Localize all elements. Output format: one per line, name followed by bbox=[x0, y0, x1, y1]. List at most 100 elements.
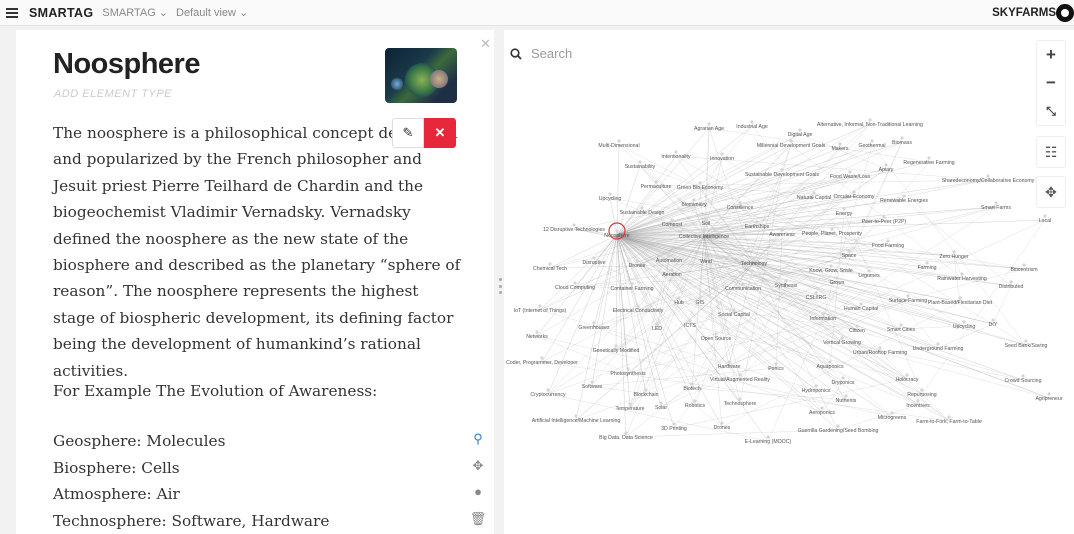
graph-node-label[interactable]: Temperature bbox=[615, 406, 644, 412]
graph-node-label[interactable]: Green Bio Economy bbox=[677, 185, 724, 191]
graph-node-label[interactable]: Sustainable Design bbox=[620, 210, 665, 216]
graph-node-label[interactable]: Human Capital bbox=[844, 306, 878, 312]
graph-node-label[interactable]: Noosphere bbox=[604, 233, 629, 239]
graph-node-label[interactable]: Compost bbox=[662, 222, 683, 228]
trash-icon[interactable]: 🗑 bbox=[467, 508, 489, 534]
graph-node-label[interactable]: Genetically Modified bbox=[593, 348, 640, 354]
graph-node-label[interactable]: Multi-Dimensional bbox=[598, 143, 639, 149]
org-name[interactable]: SKYFARMS bbox=[992, 7, 1056, 19]
graph-node-label[interactable]: Food Waste/Loss bbox=[830, 174, 871, 180]
graph-node-label[interactable]: GIS bbox=[696, 300, 705, 306]
graph-node-label[interactable]: Cryptocurrency bbox=[530, 392, 566, 398]
graph-node-label[interactable]: Farming bbox=[917, 265, 936, 271]
element-description[interactable]: The noosphere is a philosophical concept… bbox=[53, 120, 465, 384]
graph-node-label[interactable]: Information bbox=[810, 316, 836, 322]
graph-node-label[interactable]: Communication bbox=[725, 286, 761, 292]
graph-node-label[interactable]: Chemical Tech bbox=[533, 266, 567, 272]
graph-node-label[interactable]: Space bbox=[842, 253, 857, 259]
graph-node-label[interactable]: Technology bbox=[741, 261, 768, 267]
graph-node-label[interactable]: Ponics bbox=[768, 366, 784, 372]
graph-node-label[interactable]: Social Capital bbox=[718, 312, 750, 318]
graph-node-label[interactable]: Biotech bbox=[683, 386, 700, 392]
element-type-field[interactable]: ADD ELEMENT TYPE bbox=[54, 88, 172, 100]
color-drop-icon[interactable]: ● bbox=[467, 481, 489, 508]
graph-node-label[interactable]: Sustainability bbox=[625, 164, 656, 170]
graph-node-label[interactable]: Crowd Sourcing bbox=[1005, 378, 1042, 384]
graph-node-label[interactable]: Digital Age bbox=[788, 132, 813, 138]
graph-node-label[interactable]: Automation bbox=[656, 258, 682, 264]
graph-node-label[interactable]: Innovation bbox=[710, 156, 734, 162]
graph-node-label[interactable]: Open Source bbox=[701, 336, 732, 342]
graph-node-label[interactable]: Zero Hunger bbox=[939, 254, 968, 260]
graph-node-label[interactable]: Sustainable Development Goals bbox=[745, 172, 820, 178]
element-title[interactable]: Noosphere bbox=[53, 48, 200, 81]
graph-node-label[interactable]: Earthships bbox=[745, 224, 770, 230]
graph-node-label[interactable]: Energy bbox=[836, 211, 853, 217]
graph-node-label[interactable]: Blockchain bbox=[633, 392, 658, 398]
graph-node-label[interactable]: Farm-to-Fork, Farm-to-Table bbox=[916, 419, 982, 425]
graph-node-label[interactable]: Distributed bbox=[999, 284, 1024, 290]
graph-node-label[interactable]: Greenhouses bbox=[578, 325, 610, 331]
graph-node-label[interactable]: Millennial Development Goals bbox=[757, 143, 826, 149]
graph-node-label[interactable]: Repurposing bbox=[907, 392, 937, 398]
graph-node-label[interactable]: DIY bbox=[989, 322, 998, 328]
graph-node-label[interactable]: Intentionality bbox=[661, 154, 691, 160]
graph-node-label[interactable]: Photosynthesis bbox=[610, 371, 646, 377]
graph-node-label[interactable]: Grows bbox=[830, 280, 845, 286]
graph-node-label[interactable]: Soil bbox=[702, 221, 711, 227]
graph-node-label[interactable]: Microgreens bbox=[878, 415, 907, 421]
delete-button[interactable]: ✕ bbox=[424, 118, 456, 148]
graph-node-label[interactable]: Robotics bbox=[685, 403, 706, 409]
graph-node-label[interactable]: Artificial Intelligence/Machine Learning bbox=[532, 418, 621, 424]
graph-node-label[interactable]: Guerrilla Gardening/Seed Bombing bbox=[798, 428, 879, 434]
graph-node-label[interactable]: Citizen bbox=[849, 328, 865, 334]
graph-node-label[interactable]: Upcycling bbox=[953, 324, 976, 330]
graph-node-label[interactable]: CSL/IRG bbox=[806, 295, 827, 301]
zoom-out-button[interactable]: − bbox=[1037, 69, 1065, 97]
graph-node-label[interactable]: Agripreneur bbox=[1035, 396, 1062, 402]
graph-node-label[interactable]: Hydroponics bbox=[802, 388, 831, 394]
graph-node-label[interactable]: E-Learning (MOOC) bbox=[745, 439, 792, 445]
graph-node-label[interactable]: Smart Farms bbox=[981, 205, 1011, 211]
graph-node-label[interactable]: Surface Farming bbox=[889, 298, 927, 304]
graph-node-label[interactable]: Solar bbox=[655, 405, 667, 411]
graph-node-label[interactable]: Circular Economy bbox=[834, 194, 875, 200]
close-panel-icon[interactable]: ✕ bbox=[480, 36, 491, 52]
graph-node-label[interactable]: Regenerative Farming bbox=[903, 160, 954, 166]
graph-node-label[interactable]: Biomimicry bbox=[681, 202, 707, 208]
graph-node-label[interactable]: Aquaponics bbox=[816, 364, 844, 370]
graph-node-label[interactable]: Food Farming bbox=[872, 243, 904, 249]
graph-node-label[interactable]: Underground Farming bbox=[913, 346, 964, 352]
search-input[interactable]: Search bbox=[531, 46, 572, 61]
graph-node-label[interactable]: Virtual/Augmented Reality bbox=[710, 377, 770, 383]
graph-node-label[interactable]: Hardware bbox=[718, 364, 741, 370]
zoom-in-button[interactable]: + bbox=[1037, 41, 1065, 69]
graph-node-label[interactable]: Consilience bbox=[727, 205, 754, 211]
graph-node-label[interactable]: Sharedeconomy/Collaborative Economy bbox=[942, 178, 1035, 184]
graph-node-label[interactable]: Plant-Based/Flexitarian Diet bbox=[928, 300, 993, 306]
graph-node-label[interactable]: Technosphere bbox=[724, 401, 757, 407]
brand-logo[interactable]: SMARTAG bbox=[29, 6, 93, 20]
graph-node-label[interactable]: Electrical Conductivity bbox=[613, 308, 664, 314]
graph-node-label[interactable]: Vertical Growing bbox=[823, 340, 861, 346]
graph-node-label[interactable]: Drones bbox=[714, 425, 731, 431]
network-graph[interactable]: Agrarian Age Industrial Age Digital Age Alt… bbox=[504, 110, 1064, 450]
graph-node-label[interactable]: Collective Intelligence bbox=[679, 234, 729, 240]
menu-icon[interactable] bbox=[6, 7, 18, 18]
graph-node-label[interactable]: Hub bbox=[674, 300, 684, 306]
graph-node-label[interactable]: Renewable Energies bbox=[880, 198, 928, 204]
graph-node-label[interactable]: Peer-to-Peer (P2P) bbox=[862, 219, 907, 225]
graph-node-label[interactable]: Agrarian Age bbox=[694, 126, 724, 132]
edit-button[interactable]: ✎ bbox=[392, 118, 424, 148]
avatar[interactable] bbox=[1056, 4, 1074, 22]
graph-node-label[interactable]: Know, Grow, Smile bbox=[809, 268, 853, 274]
graph-node-label[interactable]: People, Planet, Prosperity bbox=[802, 231, 862, 237]
view-dropdown[interactable]: Default view ⌄ bbox=[176, 6, 248, 19]
move-icon[interactable]: ✥ bbox=[467, 455, 489, 482]
graph-node-label[interactable]: Awareness bbox=[769, 232, 795, 238]
graph-node-label[interactable]: Wind bbox=[700, 259, 712, 265]
graph-node-label[interactable]: Synthesis bbox=[775, 283, 798, 289]
graph-node-label[interactable]: Software bbox=[582, 384, 603, 390]
graph-node-label[interactable]: Aeration bbox=[662, 272, 681, 278]
graph-node-label[interactable]: Incentives bbox=[906, 403, 930, 409]
